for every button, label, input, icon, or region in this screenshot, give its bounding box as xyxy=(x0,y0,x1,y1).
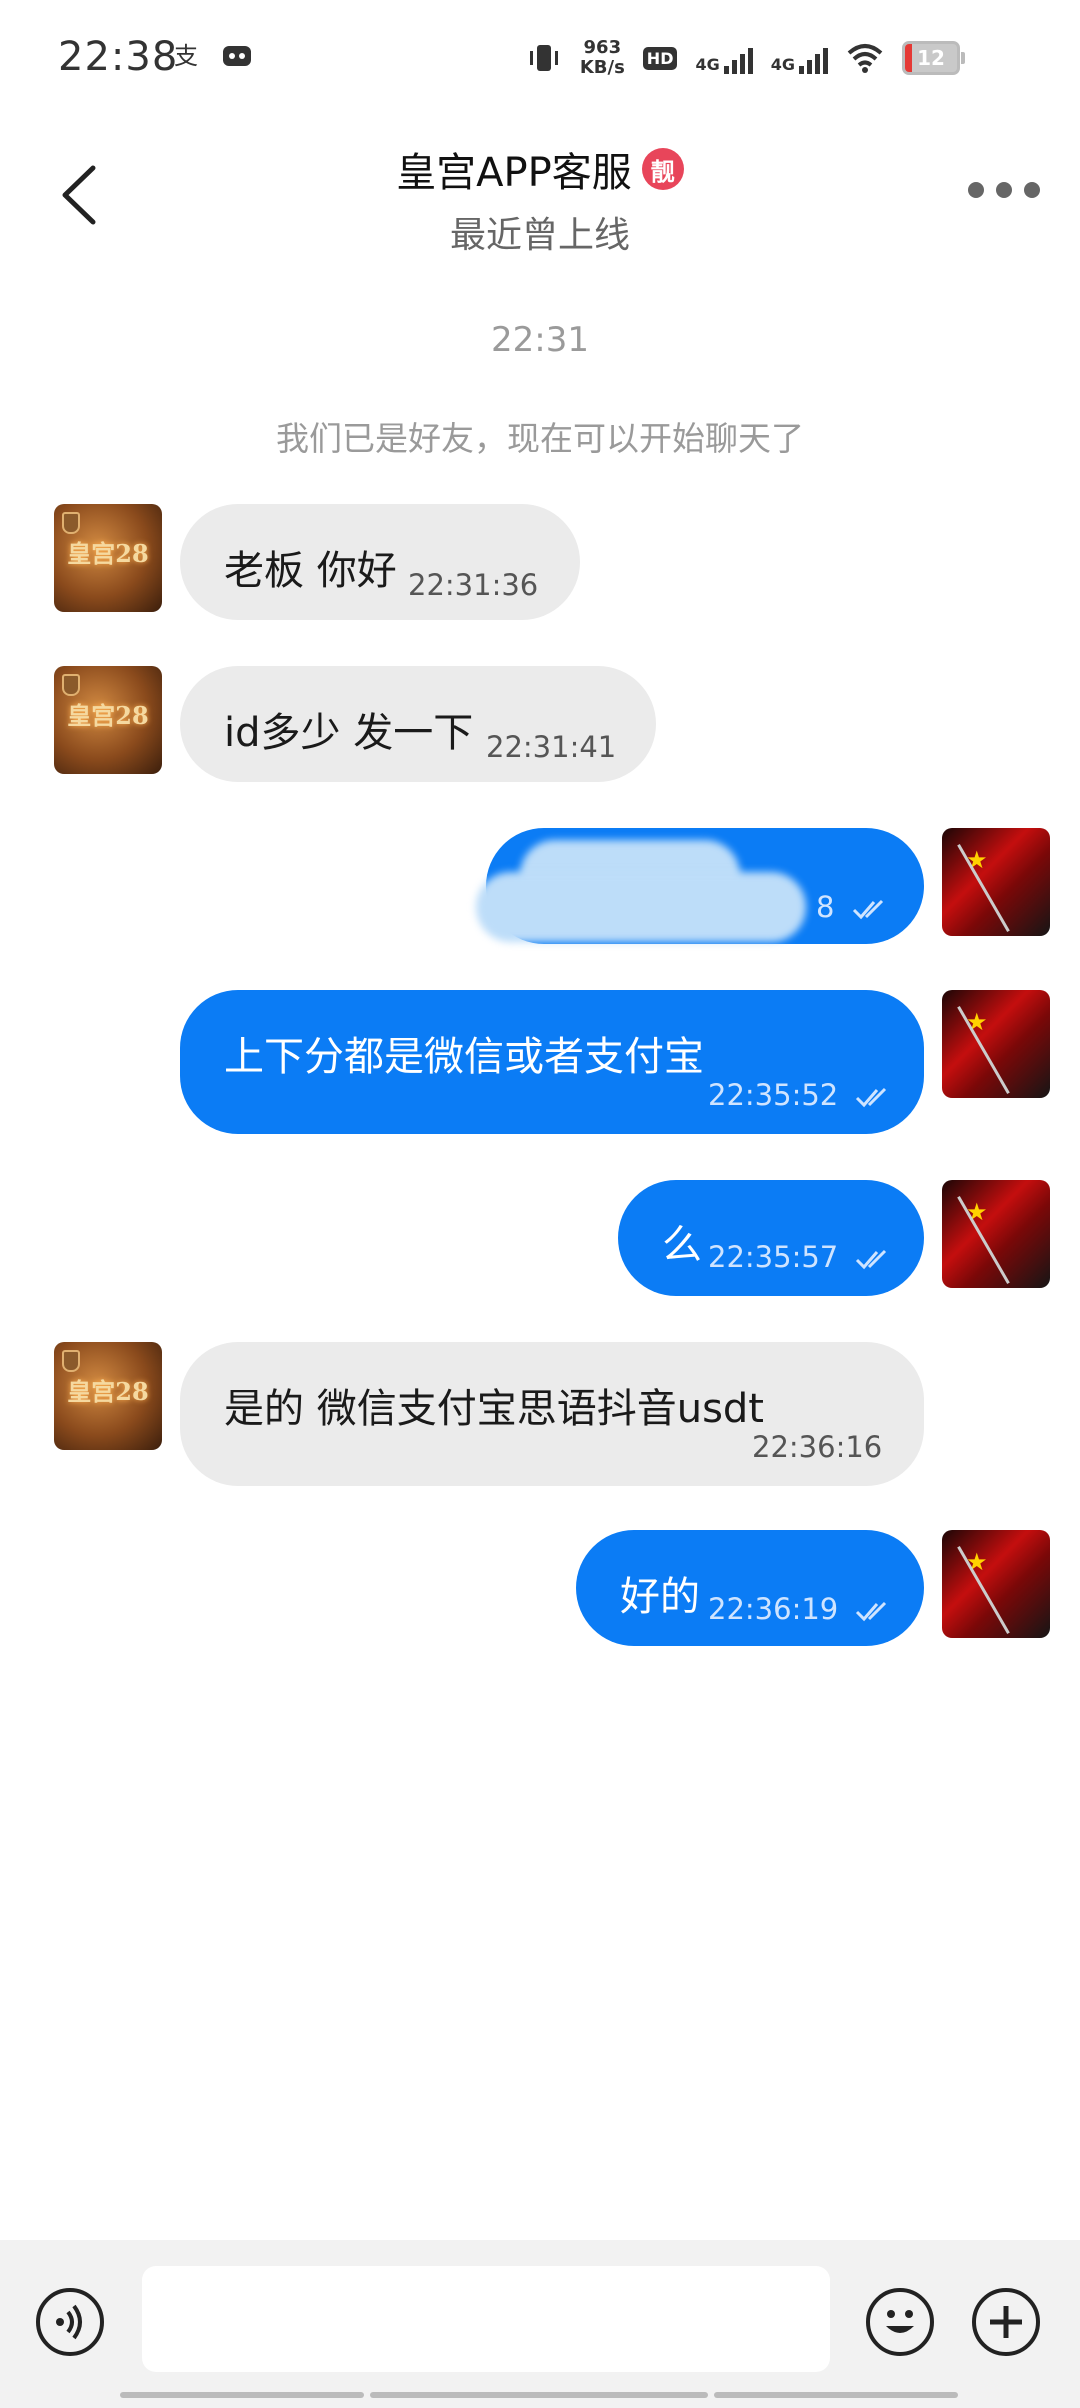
speed-unit: KB/s xyxy=(579,57,625,78)
sim1-label: 4G xyxy=(695,55,720,74)
emoji-icon[interactable] xyxy=(866,2288,934,2356)
my-avatar[interactable]: ★ xyxy=(942,1180,1050,1288)
chat-timestamp: 22:31 xyxy=(491,320,589,360)
robot-notification-icon xyxy=(223,46,251,66)
message-text: 老板 你好 xyxy=(224,548,397,594)
my-avatar[interactable]: ★ xyxy=(942,828,1050,936)
message-text: 上下分都是微信或者支付宝 xyxy=(224,1034,704,1080)
svg-text:支: 支 xyxy=(174,42,198,70)
status-left-icons: 支 xyxy=(172,40,254,70)
signal-bars-icon xyxy=(723,42,753,74)
my-avatar[interactable]: ★ xyxy=(942,990,1050,1098)
system-message: 我们已是好友，现在可以开始聊天了 xyxy=(276,419,804,458)
vibrate-icon xyxy=(529,45,558,71)
read-check-icon xyxy=(856,1249,887,1270)
message-text: 是的 微信支付宝思语抖音usdt xyxy=(224,1386,764,1432)
wifi-icon xyxy=(847,44,883,73)
read-check-icon xyxy=(852,899,883,920)
voice-icon[interactable] xyxy=(36,2288,104,2356)
status-bar: 22:38 支 963 KB/s HD 4G 4G 12 xyxy=(0,0,1080,120)
signal-sim2: 4G xyxy=(771,42,828,74)
sim2-label: 4G xyxy=(770,55,795,74)
header-title-block: 皇宫APP客服 靓 最近曾上线 xyxy=(0,140,1080,258)
avatar-logo-text: 皇宫28 xyxy=(67,1377,149,1406)
message-text: 么 xyxy=(662,1222,702,1268)
message-bubble-incoming[interactable]: id多少 发一下 22:31:41 xyxy=(180,666,656,782)
message-time: 22:36:16 xyxy=(752,1430,883,1464)
hd-icon: HD xyxy=(642,46,678,70)
my-avatar[interactable]: ★ xyxy=(942,1530,1050,1638)
message-input[interactable] xyxy=(142,2266,830,2372)
read-check-icon xyxy=(856,1087,887,1108)
message-bubble-incoming[interactable]: 老板 你好 22:31:36 xyxy=(180,504,580,620)
redaction-blur xyxy=(476,872,806,942)
message-text: id多少 发一下 xyxy=(224,710,474,756)
signal-sim1: 4G xyxy=(695,42,753,74)
contact-name: 皇宫APP客服 xyxy=(396,150,632,196)
message-text: 好的 xyxy=(620,1574,700,1620)
input-bar xyxy=(0,2240,1080,2408)
more-icon[interactable] xyxy=(968,182,1040,198)
message-bubble-outgoing[interactable]: 好的 22:36:19 xyxy=(576,1530,924,1646)
chat-header: 皇宫APP客服 靓 最近曾上线 xyxy=(0,120,1080,270)
contact-title-row[interactable]: 皇宫APP客服 靓 xyxy=(396,140,684,198)
message-bubble-outgoing[interactable]: 么 22:35:57 xyxy=(618,1180,924,1296)
status-right-icons: 963 KB/s HD 4G 4G 12 xyxy=(526,38,965,78)
avatar-logo-text: 皇宫28 xyxy=(67,701,149,730)
message-time: 22:35:52 xyxy=(708,1078,839,1112)
signal-bars-icon xyxy=(799,42,828,74)
contact-avatar[interactable]: 皇宫28 xyxy=(54,1342,162,1450)
message-time: 22:31:36 xyxy=(408,568,539,602)
gesture-navigation-bar xyxy=(120,2392,958,2398)
message-bubble-outgoing[interactable]: 上下分都是微信或者支付宝 22:35:52 xyxy=(180,990,924,1134)
contact-avatar[interactable]: 皇宫28 xyxy=(54,666,162,774)
alipay-notification-icon: 支 xyxy=(174,42,198,70)
status-time: 22:38 xyxy=(58,34,179,80)
network-speed: 963 KB/s xyxy=(580,38,625,78)
online-status: 最近曾上线 xyxy=(449,215,630,256)
message-bubble-incoming[interactable]: 是的 微信支付宝思语抖音usdt 22:36:16 xyxy=(180,1342,924,1486)
battery-icon: 12 xyxy=(902,41,965,75)
contact-avatar[interactable]: 皇宫28 xyxy=(54,504,162,612)
message-time: 8 xyxy=(816,890,835,924)
pretty-number-badge: 靓 xyxy=(641,148,684,190)
message-time: 22:35:57 xyxy=(708,1240,839,1274)
speed-value: 963 xyxy=(583,37,622,58)
plus-icon[interactable] xyxy=(972,2288,1040,2356)
read-check-icon xyxy=(856,1601,887,1622)
message-time: 22:36:19 xyxy=(708,1592,839,1626)
avatar-logo-text: 皇宫28 xyxy=(67,539,149,568)
battery-level: 12 xyxy=(917,46,945,70)
message-time: 22:31:41 xyxy=(486,730,617,764)
